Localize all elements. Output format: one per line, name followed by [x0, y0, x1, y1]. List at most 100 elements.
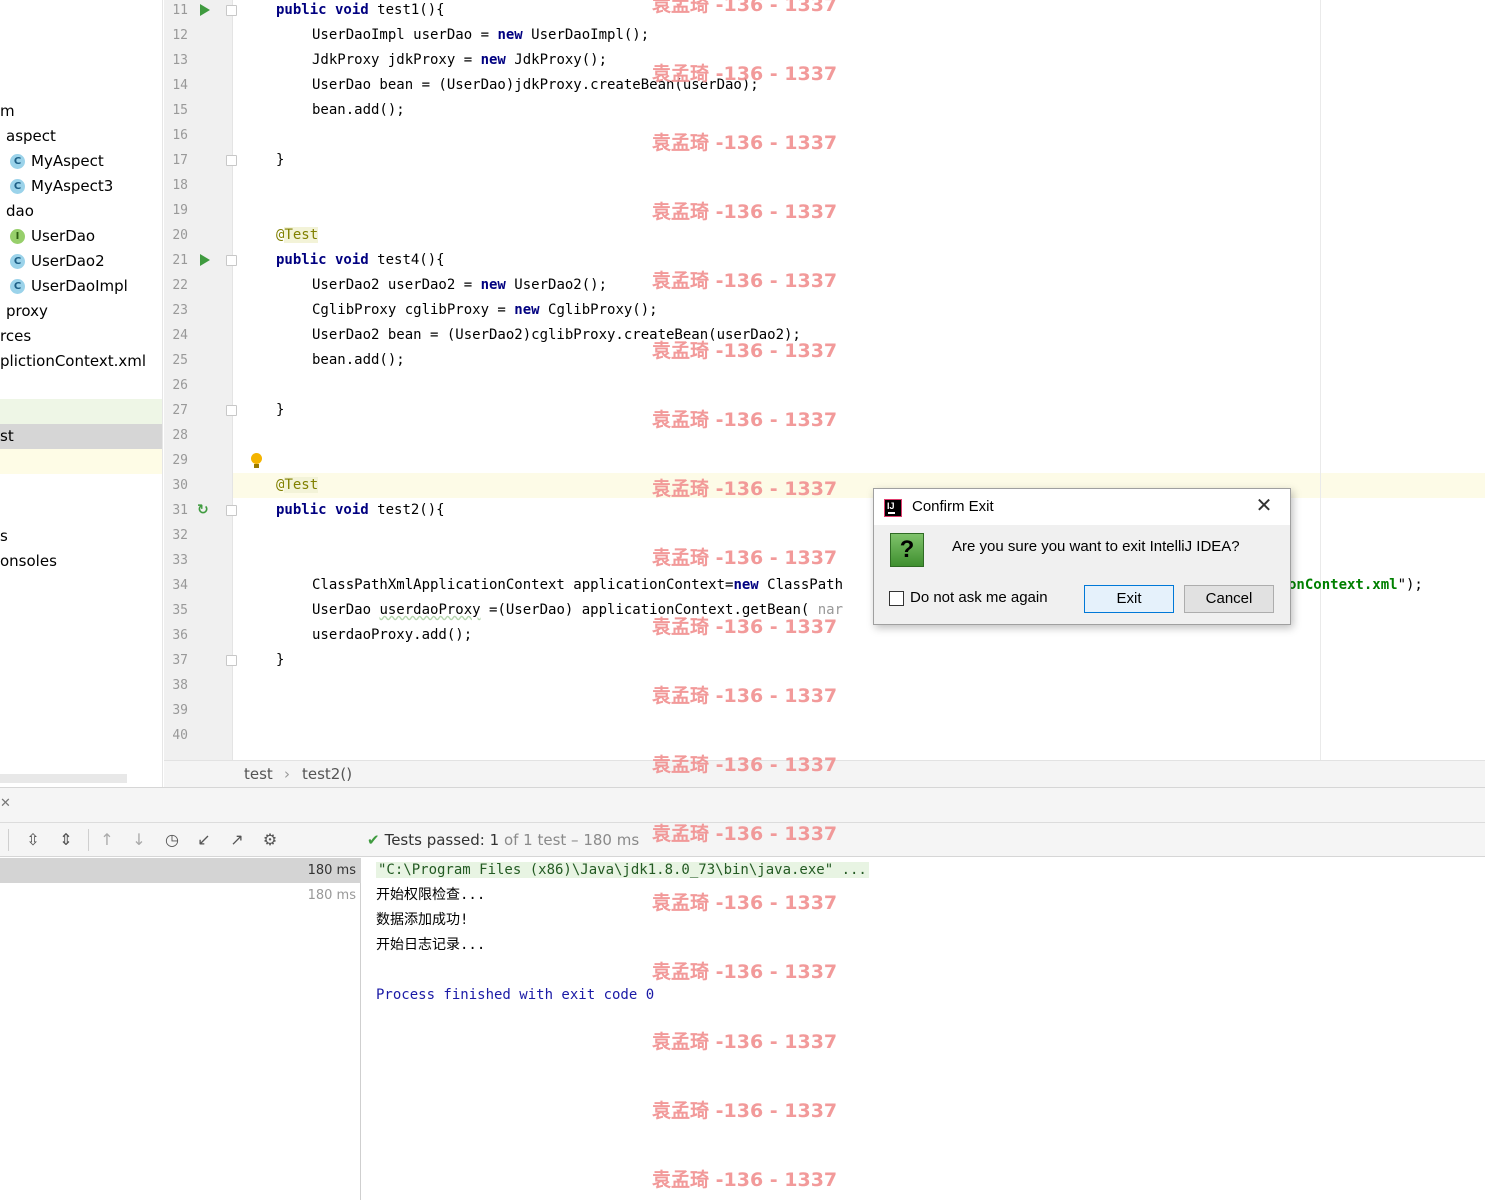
test-result-row[interactable]: 180 ms	[0, 858, 361, 883]
test-result-row[interactable]: 180 ms	[0, 883, 361, 908]
code-line: @Test	[276, 223, 319, 248]
expand-all-icon[interactable]: ⇳	[23, 830, 43, 850]
tree-item-label: UserDao2	[31, 252, 105, 270]
code-token: bean.add();	[312, 102, 405, 118]
tree-item-label: s	[0, 527, 8, 545]
line-number: 40	[172, 728, 188, 743]
tree-item[interactable]	[0, 399, 162, 424]
collapse-all-icon[interactable]: ⇕	[56, 830, 76, 850]
tree-item[interactable]: st	[0, 424, 162, 449]
exit-button[interactable]: Exit	[1084, 585, 1174, 613]
tree-item-label: pliction​Context.xml	[0, 352, 147, 370]
line-number: 32	[172, 528, 188, 543]
code-token: UserDao2();	[514, 277, 608, 293]
tree-item[interactable]	[0, 449, 162, 474]
tree-item[interactable]: C UserDao2	[0, 249, 162, 274]
next-test-icon[interactable]: ↓	[129, 830, 149, 850]
tree-item[interactable]: C MyAspect	[0, 149, 162, 174]
tree-item[interactable]: onsoles	[0, 549, 162, 574]
code-line: userdaoProxy.add();	[312, 623, 472, 648]
line-number: 36	[172, 628, 188, 643]
run-test-icon[interactable]	[200, 4, 210, 16]
toolbar-separator	[88, 829, 89, 851]
code-editor[interactable]: 11 12 13 14 15 16 17 18 19 20 21 22 23 24 25 26 27 28 29 30…	[164, 0, 1485, 760]
line-number: 14	[172, 78, 188, 93]
test-results-tree[interactable]: 180 ms 180 ms	[0, 858, 361, 1200]
close-icon[interactable]: ✕	[1254, 496, 1274, 516]
console-line: 数据添加成功!	[376, 908, 468, 933]
breadcrumb-separator: ›	[284, 765, 290, 783]
tree-item[interactable]	[0, 499, 162, 524]
code-token: new	[480, 52, 515, 68]
run-console[interactable]: "C:\Program Files (x86)\Java\jdk1.8.0_73…	[362, 858, 1485, 1200]
code-token: Test	[284, 477, 319, 493]
gear-icon[interactable]: ⚙	[260, 830, 280, 850]
code-token: nar	[817, 602, 844, 618]
tree-item-label: aspect	[6, 127, 56, 145]
project-tree[interactable]: m aspect C MyAspect C MyAspect3 dao I UserDao C Us…	[0, 0, 163, 787]
code-token: test4(){	[377, 252, 445, 268]
code-token: userdaoProxy	[379, 602, 481, 618]
export-tests-icon[interactable]: ↗	[227, 830, 247, 850]
console-text: Process finished with exit code 0	[376, 987, 655, 1003]
lightbulb-icon[interactable]	[250, 453, 263, 470]
tree-item-label: dao	[6, 202, 34, 220]
tree-item[interactable]: dao	[0, 199, 162, 224]
fold-marker-icon[interactable]	[226, 655, 237, 666]
tree-horizontal-scrollbar[interactable]	[0, 774, 127, 783]
tree-item[interactable]	[0, 474, 162, 499]
code-line: public void test4(){	[276, 248, 445, 273]
tree-item[interactable]: C MyAspect3	[0, 174, 162, 199]
tree-item[interactable]: I UserDao	[0, 224, 162, 249]
do-not-ask-label[interactable]: Do not ask me again	[910, 589, 1048, 606]
breadcrumb-method[interactable]: test2()	[302, 761, 352, 787]
tree-item[interactable]: C UserDaoImpl	[0, 274, 162, 299]
test-duration: 180 ms	[307, 888, 356, 903]
code-line: @Test	[276, 473, 319, 498]
code-token: =(UserDao) applicationContext.getBean(	[480, 602, 818, 618]
code-token: ClassPathXmlApplicationContext applicati…	[312, 577, 734, 593]
tree-item-label: UserDaoImpl	[31, 277, 128, 295]
code-line: bean.add();	[312, 348, 405, 373]
line-number: 17	[172, 153, 188, 168]
history-icon[interactable]: ◷	[162, 830, 182, 850]
cancel-button[interactable]: Cancel	[1184, 585, 1274, 613]
fold-marker-icon[interactable]	[226, 505, 237, 516]
code-line: public void test1(){	[276, 0, 445, 23]
line-number: 29	[172, 453, 188, 468]
line-number: 19	[172, 203, 188, 218]
import-tests-icon[interactable]: ↙	[194, 830, 214, 850]
line-number: 37	[172, 653, 188, 668]
close-icon[interactable]: ✕	[0, 796, 11, 811]
code-token: UserDaoImpl();	[531, 27, 650, 43]
breadcrumb: test › test2()	[164, 760, 1485, 787]
code-token: CglibProxy cglibProxy =	[312, 302, 515, 318]
fold-marker-icon[interactable]	[226, 5, 237, 16]
fold-marker-icon[interactable]	[226, 155, 237, 166]
code-line: }	[276, 398, 284, 423]
tree-item[interactable]: pliction​Context.xml	[0, 349, 162, 374]
tree-item-label: onsoles	[0, 552, 57, 570]
tree-item[interactable]: aspect	[0, 124, 162, 149]
line-number: 15	[172, 103, 188, 118]
run-test-icon[interactable]	[200, 254, 210, 266]
line-number: 25	[172, 353, 188, 368]
tree-item[interactable]: m	[0, 99, 162, 124]
dialog-message: Are you sure you want to exit IntelliJ I…	[952, 538, 1240, 555]
line-number: 28	[172, 428, 188, 443]
code-line: UserDao bean = (UserDao)jdkProxy.createB…	[312, 73, 759, 98]
tree-item[interactable]: s	[0, 524, 162, 549]
code-token: CglibProxy();	[548, 302, 658, 318]
tree-item[interactable]: proxy	[0, 299, 162, 324]
breadcrumb-class[interactable]: test	[244, 761, 273, 787]
previous-test-icon[interactable]: ↑	[97, 830, 117, 850]
do-not-ask-checkbox[interactable]	[889, 591, 904, 606]
code-token: Test	[284, 227, 319, 243]
fold-marker-icon[interactable]	[226, 255, 237, 266]
tree-item[interactable]	[0, 374, 162, 399]
interface-icon: I	[10, 229, 25, 244]
rerun-test-icon[interactable]: ↻	[197, 503, 212, 518]
tree-item[interactable]: rces	[0, 324, 162, 349]
tree-item-label: rces	[0, 327, 32, 345]
fold-marker-icon[interactable]	[226, 405, 237, 416]
